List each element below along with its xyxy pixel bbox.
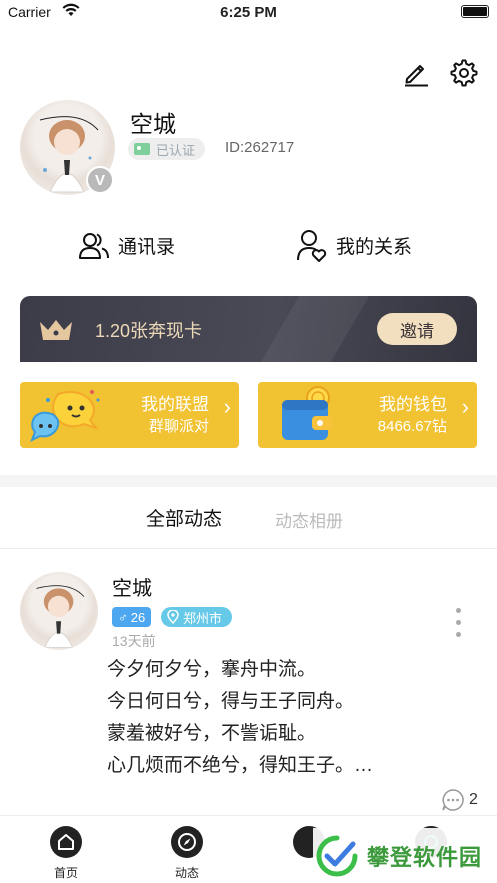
male-icon: ♂ xyxy=(118,609,128,625)
alliance-card[interactable]: 我的联盟 群聊派对 › xyxy=(20,382,239,448)
watermark-text: 攀登软件园 xyxy=(367,844,483,870)
relations-label: 我的关系 xyxy=(336,236,413,258)
contacts-icon xyxy=(79,233,109,259)
tab-feed[interactable]: 动态 xyxy=(157,826,217,881)
post-avatar[interactable] xyxy=(20,572,98,650)
alliance-title: 我的联盟 xyxy=(141,395,209,414)
chevron-right-icon: › xyxy=(461,394,469,419)
post-time: 13天前 xyxy=(112,633,156,649)
compass-icon xyxy=(171,826,203,858)
clock: 6:25 PM xyxy=(220,4,277,21)
relations-link[interactable]: 我的关系 xyxy=(296,225,412,265)
section-divider xyxy=(0,475,497,487)
post-line: 蒙羞被好兮，不訾诟耻。 xyxy=(107,723,317,744)
crown-icon xyxy=(40,320,72,340)
quick-links: 通讯录 我的关系 xyxy=(0,225,497,265)
profile-name: 空城 xyxy=(130,111,176,137)
post-line: 今日何日兮，得与王子同舟。 xyxy=(107,691,355,712)
tab-home-label: 首页 xyxy=(53,866,78,880)
post-content: 今夕何夕兮，搴舟中流。 今日何日兮，得与王子同舟。 蒙羞被好兮，不訾诟耻。 心几… xyxy=(107,654,373,782)
contacts-label: 通讯录 xyxy=(118,236,176,258)
post-line: 心几烦而不绝兮，得知王子。… xyxy=(107,755,374,776)
wallet-icon xyxy=(282,386,332,440)
wallet-title: 我的钱包 xyxy=(379,395,447,414)
gear-icon xyxy=(450,59,478,87)
chevron-right-icon: › xyxy=(223,394,231,419)
tab-post-album[interactable]: 动态相册 xyxy=(275,507,343,532)
location-value: 郑州市 xyxy=(183,610,223,626)
watermark: 攀登软件园 xyxy=(313,828,493,883)
watermark-logo-icon xyxy=(316,835,358,876)
gender-age-badge: ♂ 26 xyxy=(112,607,152,627)
invite-button[interactable]: 邀请 xyxy=(377,313,457,345)
meetup-card-banner[interactable]: 1.20张奔现卡 邀请 xyxy=(20,296,477,362)
id-card-icon xyxy=(134,143,150,155)
battery-icon xyxy=(461,5,489,18)
location-badge: 郑州市 xyxy=(161,607,233,627)
home-icon xyxy=(50,826,82,858)
chat-bubbles-icon xyxy=(30,390,100,443)
wallet-balance: 8466.67钻 xyxy=(377,418,447,435)
pencil-icon xyxy=(405,65,428,87)
user-id: ID:262717 xyxy=(225,139,295,156)
dot xyxy=(456,608,461,613)
contacts-link[interactable]: 通讯录 xyxy=(78,225,175,265)
location-pin-icon xyxy=(167,610,179,624)
profile-header: V 空城 已认证 ID:262717 xyxy=(20,100,480,200)
vip-badge: V xyxy=(86,166,114,194)
comment-count: 2 xyxy=(469,791,478,808)
post-line: 今夕何夕兮，搴舟中流。 xyxy=(107,659,317,680)
more-options-button[interactable] xyxy=(452,608,464,638)
meetup-card-count: 1.20张奔现卡 xyxy=(95,321,203,341)
verified-badge: 已认证 xyxy=(128,138,206,160)
tab-all-posts[interactable]: 全部动态 xyxy=(146,504,222,531)
top-actions xyxy=(401,58,479,88)
dot xyxy=(456,632,461,637)
feed-tabs: 全部动态 动态相册 xyxy=(0,487,497,549)
status-bar: Carrier 6:25 PM xyxy=(0,0,497,26)
avatar-illustration xyxy=(36,585,85,648)
post-author[interactable]: 空城 xyxy=(112,572,152,601)
post-item: 空城 ♂ 26 郑州市 13天前 今夕何夕兮，搴舟中流。 今日何日兮，得与王子同… xyxy=(0,550,497,815)
dot xyxy=(456,620,461,625)
user-heart-icon xyxy=(297,230,327,262)
edit-button[interactable] xyxy=(401,58,431,88)
settings-button[interactable] xyxy=(449,58,479,88)
alliance-subtitle: 群聊派对 xyxy=(148,418,209,435)
tab-home[interactable]: 首页 xyxy=(36,826,96,881)
tab-feed-label: 动态 xyxy=(174,866,199,880)
age-value: 26 xyxy=(130,609,146,625)
wallet-card[interactable]: 我的钱包 8466.67钻 › xyxy=(258,382,477,448)
comment-button[interactable]: 2 xyxy=(441,788,478,812)
comment-icon xyxy=(442,789,464,811)
verified-label: 已认证 xyxy=(156,142,196,158)
